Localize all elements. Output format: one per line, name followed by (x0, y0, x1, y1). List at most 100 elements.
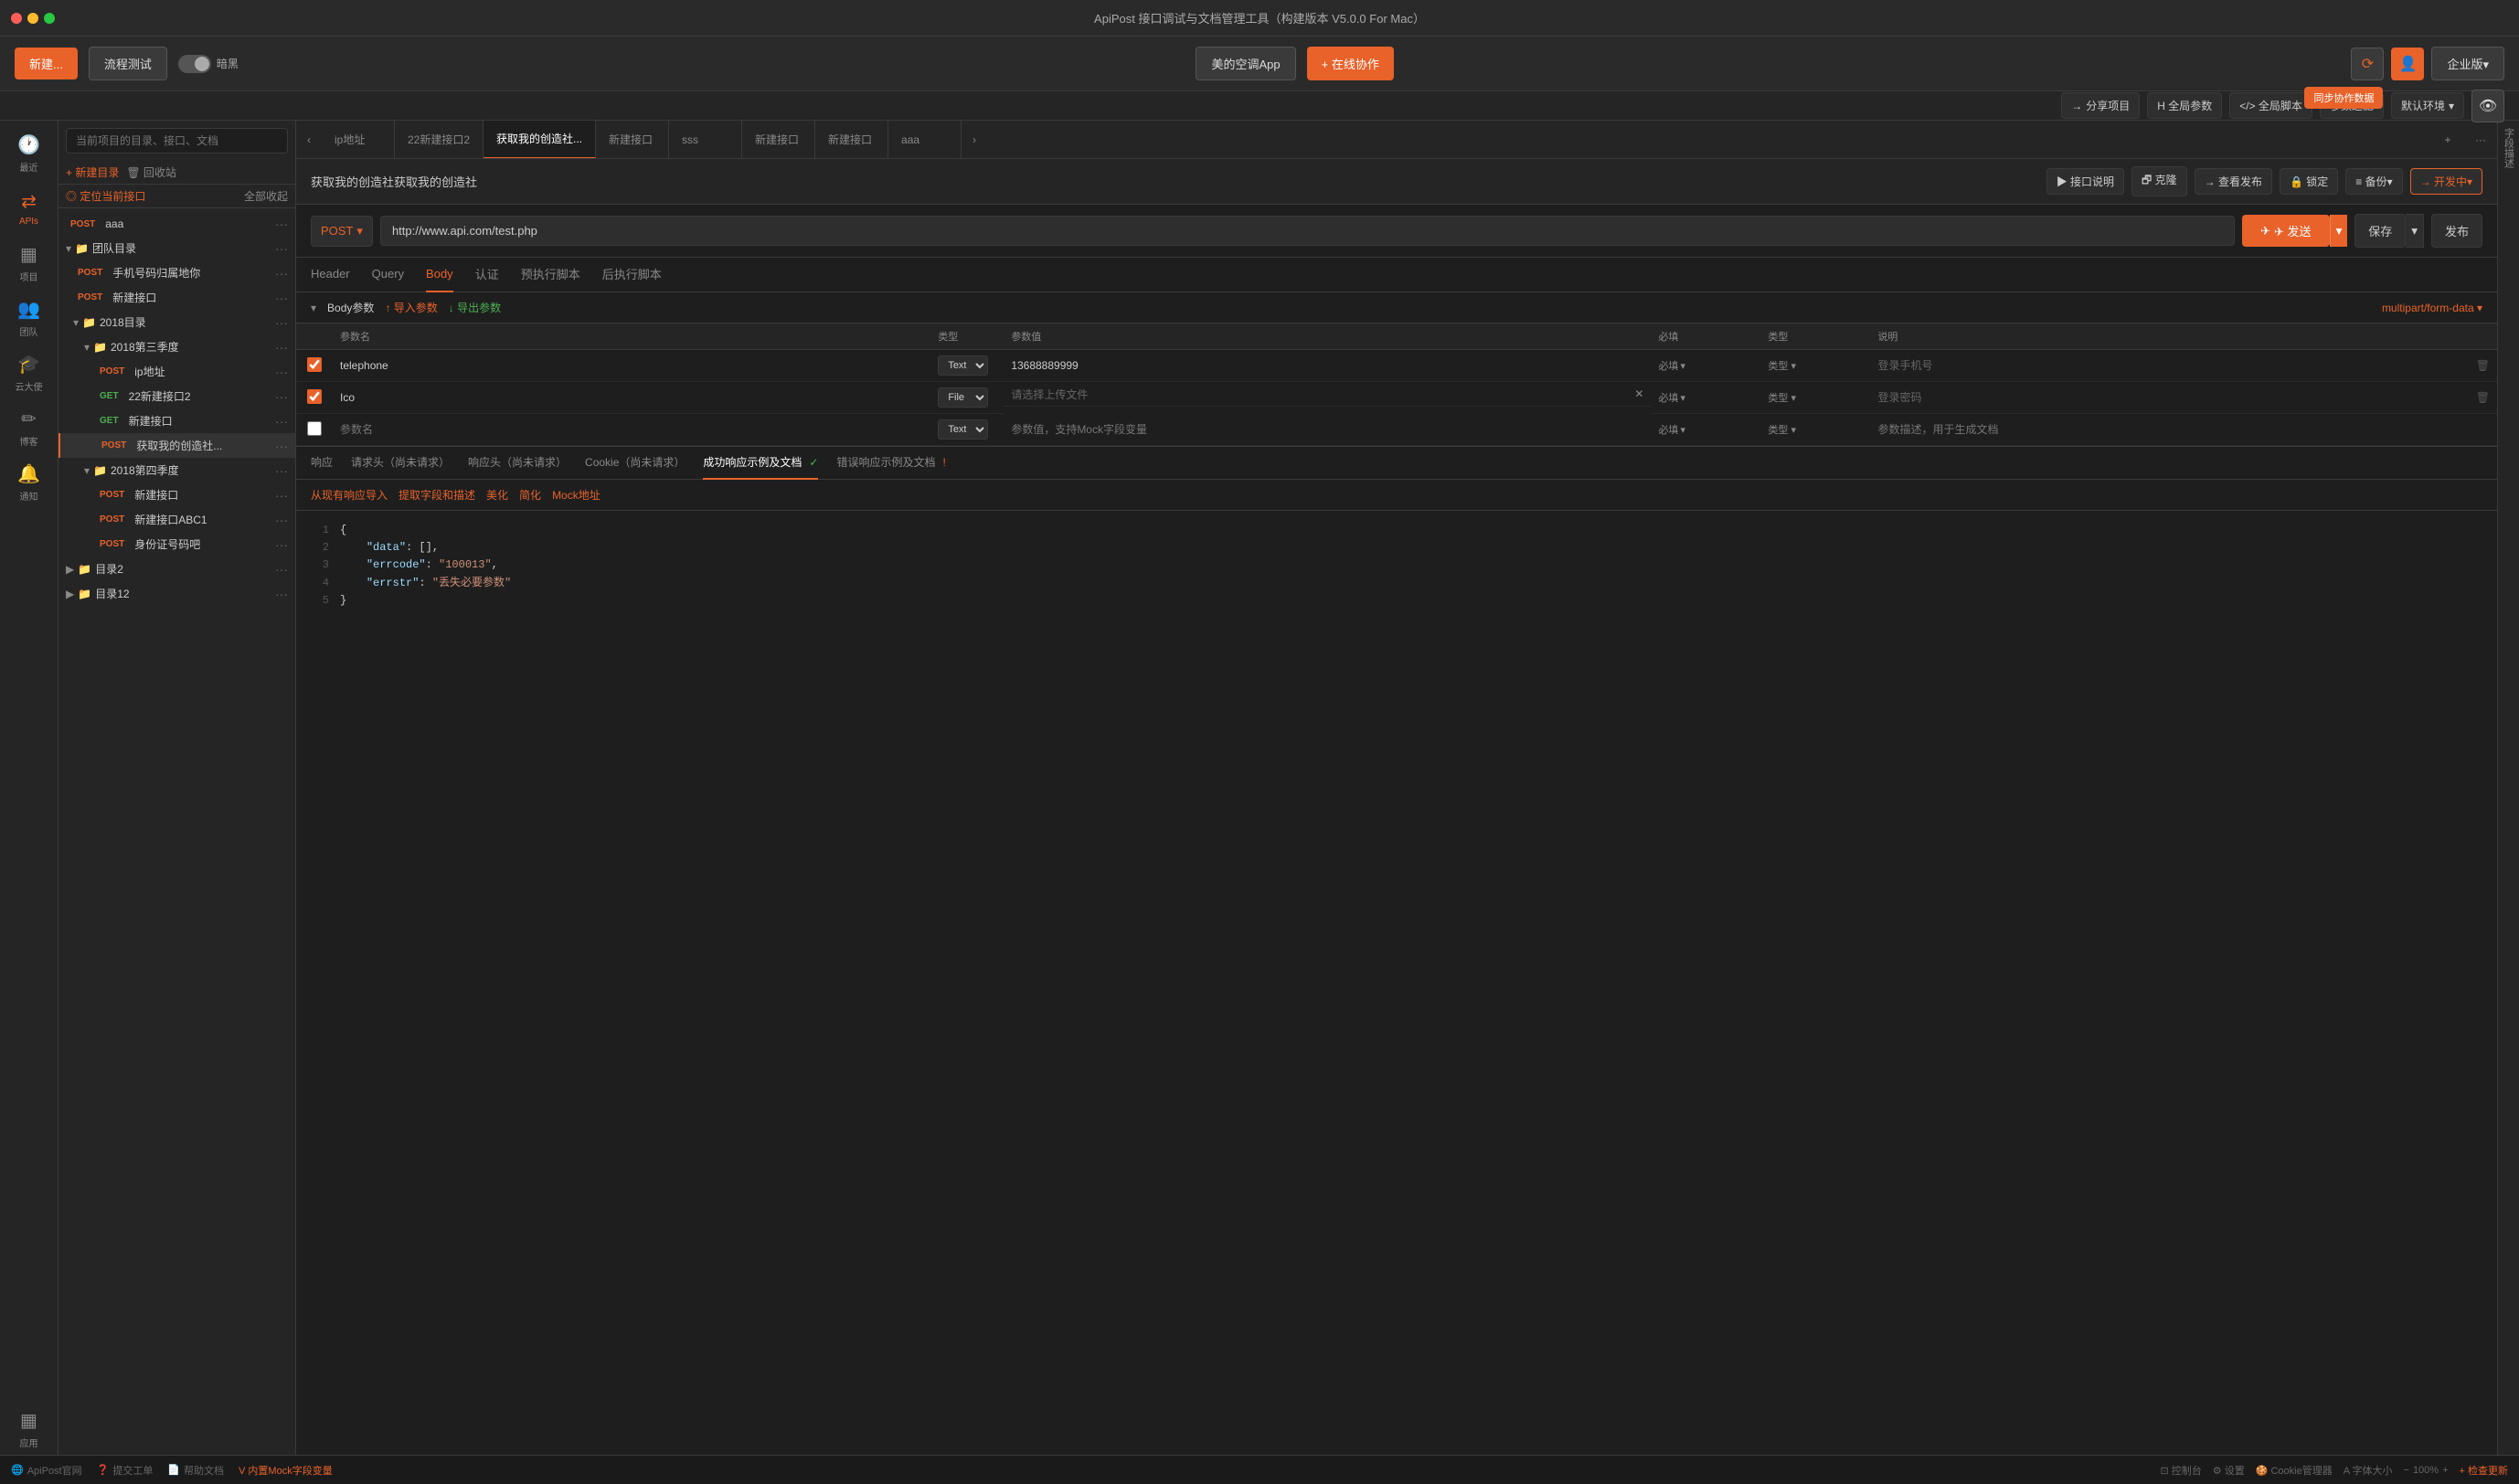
param-checkbox[interactable] (307, 421, 322, 436)
tree-item-get-new[interactable]: GET 新建接口 ··· (58, 408, 295, 433)
tab-auth[interactable]: 认证 (475, 258, 499, 292)
mock-fields-button[interactable]: V 内置Mock字段变量 (239, 1463, 333, 1478)
tree-dots[interactable]: ··· (275, 587, 288, 601)
tree-item-create[interactable]: POST 获取我的创造社... ··· (58, 433, 295, 458)
tab-scroll-right[interactable]: › (962, 121, 987, 159)
clone-button[interactable]: 🗗 克隆 (2131, 166, 2187, 196)
api-doc-button[interactable]: ▶ 接口说明 (2046, 168, 2124, 195)
send-button[interactable]: ✈ ✈ 发送 (2242, 215, 2329, 247)
close-button[interactable] (11, 13, 22, 24)
recycle-button[interactable]: 🗑 回收站 (126, 164, 176, 180)
sidebar-item-notify[interactable]: 🔔 通知 (4, 457, 55, 508)
tree-dots[interactable]: ··· (275, 291, 288, 305)
mock-url-button[interactable]: Mock地址 (552, 487, 601, 503)
tree-dots[interactable]: ··· (275, 241, 288, 256)
publish-button[interactable]: 发布 (2431, 214, 2482, 248)
sidebar-item-cloud[interactable]: 🎓 云大使 (4, 347, 55, 398)
tab-pre-script[interactable]: 预执行脚本 (521, 258, 580, 292)
window-controls[interactable] (11, 13, 55, 24)
beautify-button[interactable]: 美化 (486, 487, 508, 503)
tree-dots[interactable]: ··· (275, 463, 288, 478)
param-checkbox[interactable] (307, 389, 322, 404)
folder-dir12[interactable]: ▶ 📁 目录12 ··· (58, 581, 295, 606)
param-value-input[interactable] (1011, 359, 1643, 372)
settings-button[interactable]: ⚙ 设置 (2213, 1463, 2245, 1478)
export-params-button[interactable]: ↓ 导出参数 (449, 300, 501, 315)
save-more-button[interactable]: ▾ (2406, 214, 2424, 248)
minimize-button[interactable] (27, 13, 38, 24)
eye-button[interactable]: 👁 (2471, 90, 2504, 122)
type-badge[interactable]: 类型 ▾ (1768, 393, 1796, 404)
new-dir-button[interactable]: + 新建目录 (66, 164, 119, 180)
tab-body[interactable]: Body (426, 258, 453, 292)
tab-ip[interactable]: ip地址 (322, 121, 395, 159)
tree-dots[interactable]: ··· (275, 537, 288, 552)
delete-row-button[interactable]: 🗑 (2476, 359, 2490, 372)
tree-dots[interactable]: ··· (275, 340, 288, 355)
resp-tab-success[interactable]: 成功响应示例及文档 ✓ (703, 447, 818, 480)
tab-new3[interactable]: 新建接口 (815, 121, 888, 159)
sidebar-item-project[interactable]: ▦ 项目 (4, 238, 55, 289)
code-editor[interactable]: 1 { 2 "data": [], 3 "errcode": "100013", (296, 511, 2497, 620)
tree-item-phone[interactable]: POST 手机号码归属地你 ··· (58, 260, 295, 285)
user-button[interactable]: 👤 (2391, 48, 2424, 80)
sidebar-item-apis[interactable]: ⇄ APIs (4, 183, 55, 234)
param-desc-input[interactable] (1877, 423, 2461, 436)
zoom-increase-button[interactable]: + (2442, 1465, 2448, 1476)
tree-dots[interactable]: ··· (275, 562, 288, 577)
folder-2018q3[interactable]: ▾ 📁 2018第三季度 ··· (58, 334, 295, 359)
collab-button[interactable]: + 在线协作 (1307, 47, 1394, 80)
delete-row-button[interactable]: 🗑 (2476, 391, 2490, 404)
tree-dots[interactable]: ··· (275, 266, 288, 281)
clear-file-button[interactable]: ✕ (1634, 387, 1643, 400)
param-desc-input[interactable] (1877, 391, 2461, 404)
global-params-button[interactable]: H 全局参数 (2147, 92, 2222, 119)
param-desc-input[interactable] (1877, 359, 2461, 372)
tab-query[interactable]: Query (372, 258, 404, 292)
sidebar-item-recent[interactable]: 🕐 最近 (4, 128, 55, 179)
console-button[interactable]: ⊡ 控制台 (2161, 1463, 2202, 1478)
tree-dots[interactable]: ··· (275, 389, 288, 404)
required-badge[interactable]: 必填 ▾ (1658, 390, 1753, 405)
tree-dots[interactable]: ··· (275, 488, 288, 503)
tab-scroll-left[interactable]: ‹ (296, 121, 322, 159)
simplify-button[interactable]: 简化 (519, 487, 541, 503)
tree-dots[interactable]: ··· (275, 365, 288, 379)
tab-new2[interactable]: 新建接口 (742, 121, 815, 159)
tree-item-new1[interactable]: POST 新建接口 ··· (58, 285, 295, 310)
tab-create[interactable]: 获取我的创造社... (484, 121, 596, 159)
search-input[interactable] (66, 128, 288, 154)
new-button[interactable]: 新建... (15, 48, 78, 80)
param-value-input[interactable] (1011, 387, 1631, 400)
tree-item-ip[interactable]: POST ip地址 ··· (58, 359, 295, 384)
param-checkbox[interactable] (307, 357, 322, 372)
resp-tab-error[interactable]: 错误响应示例及文档 ! (836, 447, 945, 480)
check-update-button[interactable]: + 检查更新 (2460, 1463, 2508, 1478)
resp-tab-response[interactable]: 响应 (311, 447, 333, 480)
tree-dots[interactable]: ··· (275, 315, 288, 330)
zoom-decrease-button[interactable]: − (2404, 1465, 2409, 1476)
folder-2018q4[interactable]: ▾ 📁 2018第四季度 ··· (58, 458, 295, 482)
param-name-input[interactable] (340, 391, 923, 404)
collapse-all-button[interactable]: 全部收起 (244, 188, 288, 204)
tab-header[interactable]: Header (311, 258, 350, 292)
param-value-input[interactable] (1011, 423, 1643, 436)
help-docs-link[interactable]: 📄 帮助文档 (167, 1463, 224, 1478)
default-env-button[interactable]: 默认环境 ▾ (2391, 92, 2464, 119)
field-desc-label[interactable]: 字段描述 (2502, 128, 2516, 168)
enterprise-button[interactable]: 企业版▾ (2431, 47, 2504, 80)
required-badge[interactable]: 必填 ▾ (1658, 358, 1753, 373)
param-name-input[interactable] (340, 359, 923, 372)
share-project-button[interactable]: → 分享项目 (2061, 92, 2140, 119)
type-badge[interactable]: 类型 ▾ (1768, 361, 1796, 372)
extract-fields-button[interactable]: 提取字段和描述 (399, 487, 475, 503)
tab-aaa[interactable]: aaa (888, 121, 962, 159)
app-selector[interactable]: 美的空调App (1196, 47, 1295, 80)
backup-button[interactable]: ≡ 备份▾ (2345, 168, 2402, 195)
tab-22[interactable]: 22新建接口2 (395, 121, 484, 159)
view-publish-button[interactable]: → 查看发布 (2195, 168, 2272, 195)
content-type-select[interactable]: multipart/form-data ▾ (2382, 302, 2482, 314)
sidebar-item-blog[interactable]: ✏ 博客 (4, 402, 55, 453)
dev-status-button[interactable]: → 开发中▾ (2410, 168, 2482, 195)
global-scripts-button[interactable]: </> 全局脚本 (2229, 92, 2312, 119)
